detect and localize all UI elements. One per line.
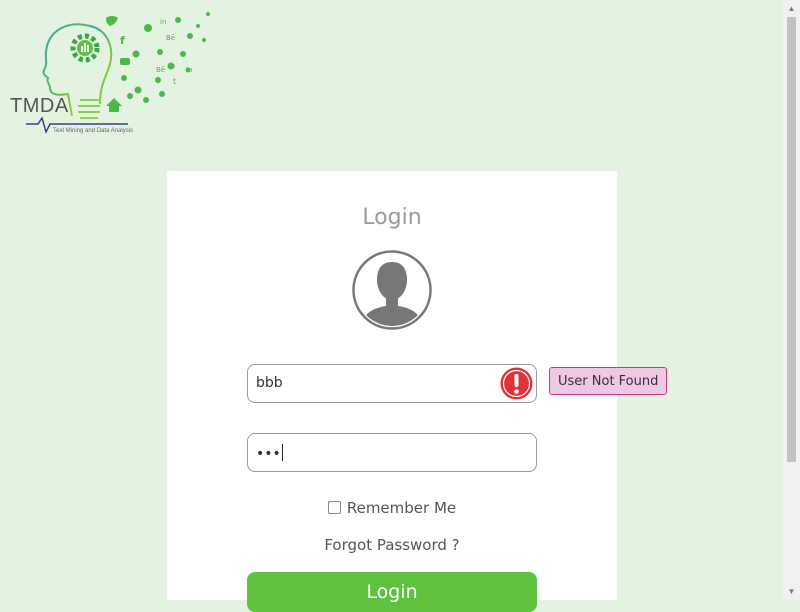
checkbox-icon[interactable] [327,501,341,514]
remember-label: Remember Me [346,499,457,517]
username-value: bbb [256,375,283,391]
scroll-up-arrow-icon[interactable]: ▲ [783,0,800,17]
logo-title: TMDA [10,95,69,117]
svg-text:t: t [173,77,176,86]
tmda-logo: f in in t Bē Bē TMDA Text Mining and Dat… [8,8,218,140]
error-tooltip: User Not Found [549,367,668,395]
password-input[interactable]: ••• [247,433,537,472]
logo-graphic: f in in t Bē Bē [26,12,210,135]
username-input[interactable]: bbb [247,364,537,403]
svg-text:in: in [160,18,166,26]
exclamation-icon [500,367,533,400]
scroll-thumb[interactable] [787,17,796,462]
password-mask: ••• [256,446,281,462]
svg-text:Bē: Bē [156,66,165,74]
login-button[interactable]: Login [247,572,537,612]
vertical-scrollbar[interactable]: ▲ ▼ [783,0,800,600]
forgot-password-link[interactable]: Forgot Password ? [167,536,617,554]
text-caret [281,444,283,461]
scroll-down-arrow-icon[interactable]: ▼ [783,583,800,600]
logo-tagline: Text Mining and Data Analysis [53,128,134,134]
svg-text:in: in [186,66,192,74]
login-title: Login [362,205,422,230]
svg-text:Bē: Bē [166,34,175,42]
user-avatar-icon [352,250,432,330]
remember-me[interactable]: Remember Me [167,499,617,517]
svg-text:f: f [120,34,125,47]
